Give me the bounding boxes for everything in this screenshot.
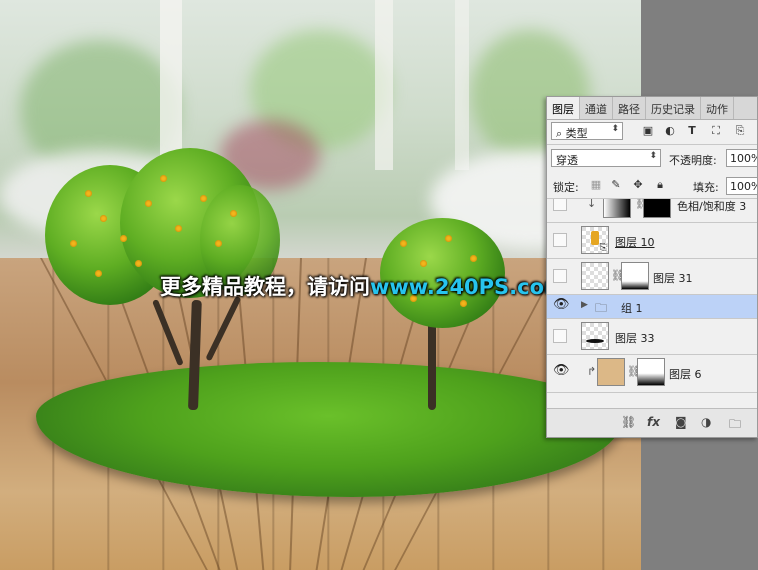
tab-layers[interactable]: 图层 [547, 97, 580, 119]
clip-arrow-icon: ↱ [587, 365, 597, 378]
lock-all-icon[interactable]: 🔒︎ [653, 178, 667, 192]
orange-fruit [145, 200, 152, 207]
search-icon: ⌕ [556, 127, 566, 140]
orange-fruit [160, 175, 167, 182]
new-group-icon[interactable]: 🗀︎ [729, 415, 741, 436]
orange-fruit [200, 195, 207, 202]
layer-row[interactable]: 图层 33 [547, 319, 757, 355]
layer-thumbnail [581, 322, 609, 350]
layer-name: 图层 6 [669, 368, 702, 381]
layer-row[interactable]: ⛓ 图层 31 [547, 259, 757, 295]
layers-panel[interactable]: 图层 通道 路径 历史记录 动作 ⌕ 类型 ⬍ ▣ ◐ T ⛶ ⎘ 穿透 ⬍ 不… [546, 96, 758, 438]
filter-kind-value: 类型 [565, 127, 588, 140]
layer-row[interactable]: ⎘ 图层 10 [547, 223, 757, 259]
lock-position-icon[interactable]: ✥ [631, 178, 645, 192]
orange-fruit [445, 235, 452, 242]
layer-row[interactable]: 👁︎ ↱ ⛓ 图层 6 [547, 355, 757, 393]
window-frame [455, 0, 469, 170]
panel-divider [547, 144, 757, 145]
new-adjustment-icon[interactable]: ◑ [701, 415, 711, 429]
visibility-toggle[interactable] [553, 199, 567, 211]
watermark-text: 更多精品教程，请访问www.240PS.com [160, 271, 566, 301]
layer-name: 图层 31 [653, 272, 693, 285]
watermark-site: www.240PS.com [370, 275, 566, 299]
smart-object-badge-icon: ⎘ [599, 243, 607, 253]
layer-thumbnail [581, 262, 609, 290]
layer-row[interactable]: ↓ ⛓ 色相/饱和度 3 [547, 199, 757, 223]
shape-filter-icon[interactable]: ⛶ [709, 124, 723, 138]
orange-fruit [230, 210, 237, 217]
tab-actions[interactable]: 动作 [701, 97, 734, 119]
layer-group-row[interactable]: 👁︎ ▶ 🗀︎ 组 1 [547, 295, 757, 319]
eye-icon[interactable]: 👁︎ [553, 364, 570, 379]
orange-fruit [175, 225, 182, 232]
blend-mode-select[interactable]: 穿透 ⬍ [551, 149, 661, 167]
orange-fruit [85, 190, 92, 197]
adjustment-layer-thumbnail [603, 199, 631, 218]
fill-input[interactable]: 100% [726, 177, 757, 195]
group-expand-arrow-icon[interactable]: ▶ [581, 300, 588, 310]
lock-label: 锁定: [553, 181, 579, 194]
tab-paths[interactable]: 路径 [613, 97, 646, 119]
orange-fruit [470, 255, 477, 262]
layer-mask-thumbnail [621, 262, 649, 290]
orange-fruit [120, 235, 127, 242]
folder-icon: 🗀︎ [595, 301, 608, 315]
shadow-thumbnail-icon [586, 339, 604, 343]
window-frame [160, 0, 182, 170]
fx-icon[interactable]: fx [647, 415, 660, 429]
eye-icon[interactable]: 👁︎ [553, 298, 570, 313]
watermark-caption: 更多精品教程，请访问 [160, 275, 370, 299]
visibility-toggle[interactable] [553, 233, 567, 247]
text-filter-icon[interactable]: T [685, 124, 699, 138]
image-filter-icon[interactable]: ▣ [641, 124, 655, 138]
adjustment-filter-icon[interactable]: ◐ [663, 124, 677, 138]
lock-image-pixels-icon[interactable]: ✎ [609, 178, 623, 192]
orange-fruit [70, 240, 77, 247]
fill-label: 填充: [693, 181, 719, 194]
layer-mask-thumbnail [643, 199, 671, 218]
smart-object-thumbnail: ⎘ [581, 226, 609, 254]
lock-transparent-pixels-icon[interactable]: ▦ [589, 178, 603, 192]
layer-name: 组 1 [621, 302, 643, 315]
tab-history[interactable]: 历史记录 [646, 97, 701, 119]
orange-fruit [400, 240, 407, 247]
add-mask-icon[interactable]: ◙ [675, 415, 687, 429]
tab-channels[interactable]: 通道 [580, 97, 613, 119]
orange-fruit [460, 300, 467, 307]
chevron-updown-icon: ⬍ [611, 124, 619, 134]
layer-list: ↓ ⛓ 色相/饱和度 3 ⎘ 图层 10 ⛓ 图层 31 👁︎ ▶ 🗀︎ 组 1… [547, 199, 757, 408]
tree-thumbnail-icon [591, 231, 599, 245]
orange-fruit [100, 215, 107, 222]
blend-mode-value: 穿透 [556, 154, 578, 167]
opacity-input[interactable]: 100% [726, 149, 757, 167]
document-canvas[interactable]: 更多精品教程，请访问www.240PS.com [0, 0, 641, 570]
visibility-toggle[interactable] [553, 269, 567, 283]
window-frame [375, 0, 393, 170]
panel-footer: ⛓ fx ◙ ◑ 🗀︎ [547, 408, 757, 437]
layer-filter-kind-select[interactable]: ⌕ 类型 ⬍ [551, 122, 623, 140]
layer-name: 色相/饱和度 3 [677, 200, 747, 213]
visibility-toggle[interactable] [553, 329, 567, 343]
layer-name: 图层 10 [615, 236, 655, 249]
layer-color-thumbnail [597, 358, 625, 386]
link-icon[interactable]: ⛓ [621, 415, 636, 429]
orange-fruit [215, 240, 222, 247]
opacity-label: 不透明度: [669, 154, 717, 167]
orange-fruit [420, 260, 427, 267]
panel-tabs: 图层 通道 路径 历史记录 动作 [547, 97, 757, 120]
layer-name: 图层 33 [615, 332, 655, 345]
orange-fruit [135, 260, 142, 267]
chevron-updown-icon: ⬍ [649, 151, 657, 161]
clip-arrow-icon: ↓ [587, 199, 597, 210]
layer-mask-thumbnail [637, 358, 665, 386]
smart-object-filter-icon[interactable]: ⎘ [733, 124, 747, 138]
orange-fruit [95, 270, 102, 277]
